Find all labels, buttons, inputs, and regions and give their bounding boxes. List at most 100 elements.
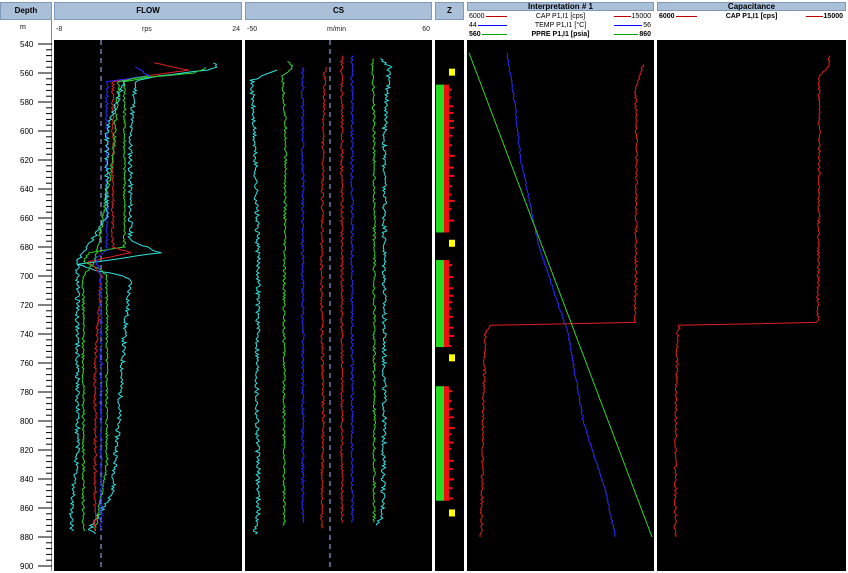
zone-red-tick (449, 208, 452, 211)
depth-tick-label: 860 (20, 504, 34, 513)
legend-min: 6000 (468, 12, 486, 21)
cap-legend: 6000 CAP P1,I1 [cps] 15000 (657, 11, 846, 40)
zone-red-tick (449, 294, 454, 297)
z-plot[interactable] (435, 40, 464, 571)
depth-tick-label: 660 (20, 214, 34, 223)
zone-red-tick (449, 345, 452, 348)
zone-red-tick (449, 468, 453, 471)
depth-ticks: 540 560 580 600 620 640 660 680 700 720 740 760 780 8… (20, 40, 52, 571)
zone-marker-yellow (449, 68, 455, 76)
cs-scale-unit: m/min (327, 26, 347, 33)
flow-header: FLOW (54, 2, 242, 20)
zone-red-tick (449, 301, 453, 304)
interp-legend: 6000 CAP P1,I1 [cps] 15000 44 TEMP P1,I1 [°C… (467, 11, 654, 40)
curve-red-2 (87, 62, 190, 532)
curve-red (673, 55, 831, 538)
zone-red-tick (449, 315, 454, 318)
curve-blue-5 (349, 55, 355, 523)
zone-red-tick (449, 478, 455, 481)
zone-red-tick (449, 447, 452, 450)
z-header: Z (435, 2, 464, 20)
cs-plot[interactable] (245, 40, 432, 571)
depth-tick-label: 800 (20, 417, 34, 426)
depth-tick-label: 540 (20, 40, 34, 49)
cs-scale-max: 60 (422, 26, 430, 33)
depth-header: Depth (0, 2, 52, 20)
cs-scale-min: -50 (247, 26, 258, 33)
depth-tick-label: 880 (20, 533, 34, 542)
cs-track: CS -50 m/min 60 (245, 2, 432, 571)
flow-scale: -8 rps 24 (54, 20, 242, 40)
zone-red-tick (449, 111, 454, 114)
depth-tick-label: 600 (20, 127, 34, 136)
curve-cyan-0 (249, 69, 278, 535)
interp-header: Interpretation # 1 (467, 2, 654, 11)
zone-red-tick (449, 144, 453, 147)
legend-entry: 6000 CAP P1,I1 [cps] 15000 (467, 12, 654, 21)
cs-scale: -50 m/min 60 (245, 20, 432, 40)
legend-entry: 560 PPRE P1,I1 [psia] 860 (467, 30, 654, 39)
zone-red-tick (449, 264, 453, 267)
zone-red-tick (449, 390, 453, 393)
depth-tick-label: 780 (20, 388, 34, 397)
legend-entry: 6000 CAP P1,I1 [cps] 15000 (657, 12, 846, 21)
curve-cyan-0 (76, 62, 218, 535)
depth-tick-label: 640 (20, 185, 34, 194)
zone-red-tick (449, 459, 454, 462)
legend-max: 15000 (822, 12, 844, 21)
depth-tick-label: 900 (20, 562, 34, 571)
cap-header: Capacitance (657, 2, 846, 11)
flow-scale-max: 24 (232, 26, 240, 33)
zone-red (444, 386, 449, 501)
legend-max: 15000 (630, 12, 652, 21)
depth-tick-label: 680 (20, 243, 34, 252)
zone-red-tick (449, 219, 455, 222)
z-track: Z (435, 2, 464, 571)
interp-plot[interactable] (467, 40, 654, 571)
zone-red-tick (449, 120, 454, 123)
legend-max: 860 (638, 30, 652, 39)
zone-red-tick (449, 193, 452, 196)
curve-blue (506, 52, 616, 538)
zone-red-tick (449, 433, 452, 436)
legend-name: PPRE P1,I1 [psia] (507, 30, 614, 39)
zone-red-tick (449, 326, 454, 329)
depth-tick-label: 580 (20, 98, 34, 107)
zone-red-tick (449, 166, 455, 169)
depth-tick-label: 560 (20, 69, 34, 78)
flow-track: FLOW -8 rps 24 (54, 2, 242, 571)
zone-red-tick (449, 334, 455, 337)
depth-tick-label: 700 (20, 272, 34, 281)
zone-marker-yellow (449, 354, 455, 362)
curve-green-1 (83, 66, 207, 532)
zone-red-tick (449, 174, 455, 177)
zone-red-tick (449, 307, 452, 310)
curve-red-2 (319, 67, 327, 529)
flow-plot[interactable] (54, 40, 242, 571)
curve-green-6 (370, 58, 377, 523)
depth-tick-label: 740 (20, 330, 34, 339)
legend-name: TEMP P1,I1 [°C] (507, 21, 614, 30)
zone-green (436, 84, 444, 233)
depth-tick-label: 720 (20, 301, 34, 310)
zone-red-tick (449, 441, 454, 444)
zone-red-tick (449, 105, 454, 108)
curve-green (468, 52, 653, 538)
zone-red-tick (449, 287, 454, 290)
curve-blue-3 (300, 66, 306, 523)
zone-green (436, 386, 444, 501)
curve-red-4 (339, 55, 345, 523)
curve-green-4 (81, 75, 149, 532)
zone-red-tick (449, 275, 454, 278)
legend-min: 560 (468, 30, 482, 39)
legend-min: 6000 (658, 12, 676, 21)
legend-name: CAP P1,I1 [cps] (507, 12, 614, 21)
zone-red-tick (449, 497, 453, 500)
curve-green-1 (281, 60, 294, 526)
curve-blue-3 (93, 66, 151, 532)
legend-min: 44 (468, 21, 478, 30)
zone-red-tick (449, 400, 452, 403)
cap-plot[interactable] (657, 40, 846, 571)
curve-red (479, 64, 645, 538)
zone-red-tick (449, 185, 453, 188)
